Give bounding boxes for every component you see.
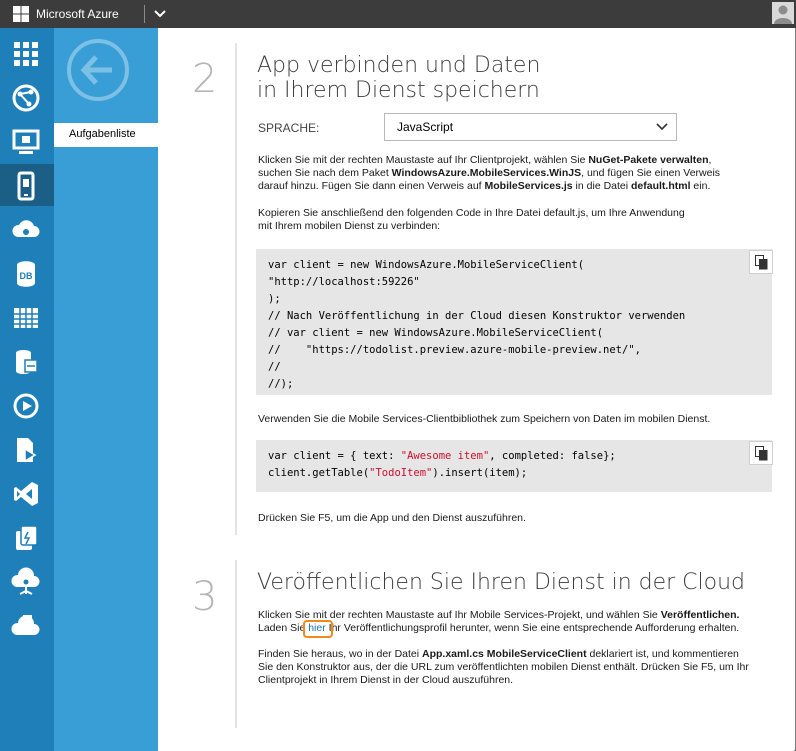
networks-icon	[11, 567, 40, 595]
step-3-divider	[235, 560, 237, 728]
copy-code-button[interactable]	[749, 250, 773, 274]
code-line: // "https://todolist.preview.azure-mobil…	[268, 344, 641, 356]
copy-icon	[755, 446, 768, 461]
step-2-title-line2: in Ihrem Dienst speichern	[257, 78, 540, 103]
cache-icon	[16, 525, 38, 550]
rail-item-websites[interactable]	[0, 76, 54, 118]
language-select-value: JavaScript	[397, 120, 454, 134]
rail-item-all-items[interactable]	[0, 32, 54, 74]
rail-item-mobile-services[interactable]	[0, 164, 54, 206]
step-3-paragraph-2-line-3: Clientprojekt in Ihrem Dienst in der Clo…	[258, 674, 514, 686]
sql-database-icon: DB	[17, 261, 35, 287]
code-line: var client = new WindowsAzure.MobileServ…	[268, 259, 585, 271]
windows-logo-icon	[13, 6, 29, 22]
rail-item-biztalk[interactable]	[0, 604, 54, 646]
code-line: //	[268, 361, 281, 373]
rail-item-visual-studio[interactable]	[0, 472, 54, 514]
code-line: "http://localhost:59226"	[268, 276, 420, 288]
rail-item-networks[interactable]	[0, 560, 54, 602]
grid-icon	[14, 42, 38, 66]
rail-item-cache[interactable]	[0, 516, 54, 558]
rail-item-media-services[interactable]	[0, 384, 54, 426]
step-2-title-line1: App verbinden und Daten	[257, 53, 541, 78]
code-line: );	[268, 293, 281, 305]
step-2-divider	[235, 43, 237, 535]
globe-icon	[12, 84, 40, 112]
panel-item-task-list[interactable]: Aufgabenliste	[54, 123, 158, 147]
cloud-services-icon	[12, 220, 40, 237]
svg-text:DB: DB	[20, 271, 33, 281]
rail-item-import-export[interactable]	[0, 428, 54, 470]
rail-item-storage[interactable]	[0, 296, 54, 338]
code-line: client.getTable("TodoItem").insert(item)…	[268, 467, 528, 479]
copy-icon	[755, 255, 768, 270]
link-highlight-outline	[303, 620, 333, 638]
secondary-panel: Aufgabenliste	[54, 28, 158, 751]
user-avatar-icon[interactable]	[772, 2, 794, 24]
step-2-paragraph-2-line-1: Kopieren Sie anschließend den folgenden …	[258, 207, 685, 219]
step-2-paragraph-4: Drücken Sie F5, um die App und den Diens…	[258, 512, 526, 524]
step-3-paragraph-2-line-1: Finden Sie heraus, wo in der Datei App.x…	[258, 648, 739, 660]
media-services-icon	[13, 393, 39, 419]
step-2-paragraph-1-line-3: darauf hinzu. Fügen Sie dann einen Verwe…	[258, 180, 711, 192]
code-block-insert[interactable]: var client = { text: "Awesome item", com…	[256, 440, 772, 492]
language-label: SPRACHE:	[258, 121, 320, 135]
code-line: //);	[268, 378, 294, 390]
step-2-paragraph-2-line-2: mit Ihrem mobilen Dienst zu verbinden:	[258, 220, 441, 232]
storage-table-icon	[14, 308, 38, 328]
back-arrow-icon[interactable]	[66, 38, 130, 102]
step-number-3: 3	[192, 574, 218, 620]
brand-title: Microsoft Azure	[36, 7, 119, 21]
language-select[interactable]: JavaScript	[384, 113, 677, 141]
virtual-machine-icon	[12, 129, 40, 154]
chevron-down-icon	[656, 123, 668, 131]
step-3-paragraph-2-line-2: Sie den Konstruktor aus, der die URL zum…	[258, 661, 749, 673]
chevron-down-icon[interactable]	[152, 6, 168, 22]
step-2-paragraph-3: Verwenden Sie die Mobile Services-Client…	[258, 413, 711, 425]
hdinsight-icon	[16, 350, 38, 374]
step-3-title: Veröffentlichen Sie Ihren Dienst in der …	[257, 570, 746, 595]
import-export-icon	[17, 438, 37, 463]
step-2-paragraph-1-line-1: Klicken Sie mit der rechten Maustaste au…	[258, 154, 712, 166]
code-line: var client = { text: "Awesome item", com…	[268, 450, 616, 462]
rail-item-virtual-machines[interactable]	[0, 120, 54, 162]
services-rail: DB	[0, 28, 54, 751]
code-block-connect[interactable]: var client = new WindowsAzure.MobileServ…	[256, 249, 772, 395]
copy-code-button[interactable]	[749, 441, 773, 465]
top-bar: Microsoft Azure	[0, 0, 796, 28]
visual-studio-icon	[14, 482, 38, 506]
rail-item-hdinsight[interactable]	[0, 340, 54, 382]
code-line: // Nach Veröffentlichung in der Cloud di…	[268, 310, 686, 322]
step-number-2: 2	[192, 56, 218, 102]
mobile-service-icon	[17, 171, 35, 201]
step-2-paragraph-1-line-2: suchen Sie nach dem Paket WindowsAzure.M…	[258, 167, 721, 179]
rail-item-sql-databases[interactable]: DB	[0, 252, 54, 294]
code-line: // var client = new WindowsAzure.MobileS…	[268, 327, 604, 339]
biztalk-icon	[11, 615, 40, 635]
rail-item-cloud-services[interactable]	[0, 208, 54, 250]
topbar-divider	[144, 5, 145, 23]
